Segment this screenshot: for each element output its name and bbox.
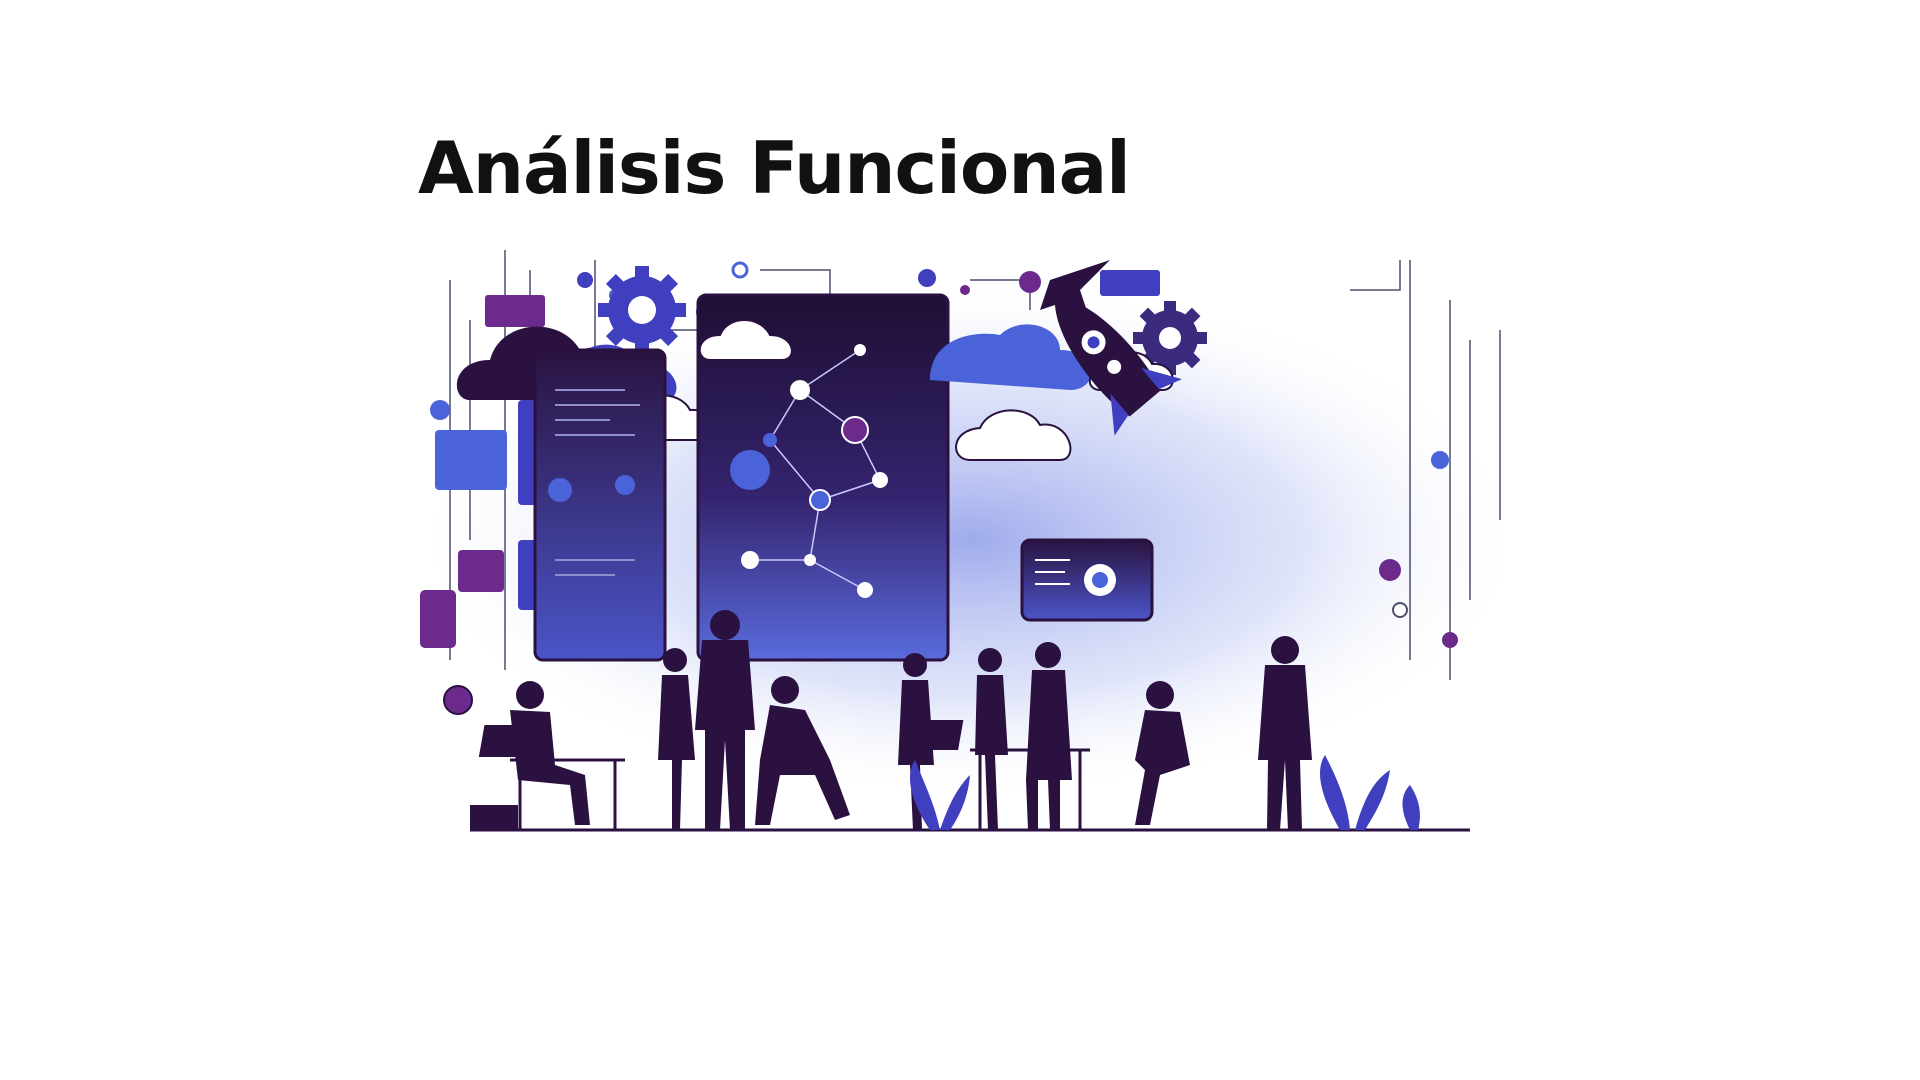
card-icon: [435, 430, 507, 490]
card-icon: [1100, 270, 1160, 296]
slide-title: Análisis Funcional: [418, 126, 1131, 210]
person-silhouette: [1258, 636, 1312, 830]
left-screen: [533, 348, 667, 662]
box-icon: [470, 805, 518, 830]
teamwork-illustration: [410, 240, 1530, 840]
slide-canvas: Análisis Funcional: [0, 0, 1920, 1080]
chat-bubble-icon: [485, 295, 545, 327]
gear-icon: [598, 266, 686, 354]
phone-icon: [420, 590, 456, 648]
person-silhouette: [695, 610, 755, 830]
card-icon: [458, 550, 504, 592]
